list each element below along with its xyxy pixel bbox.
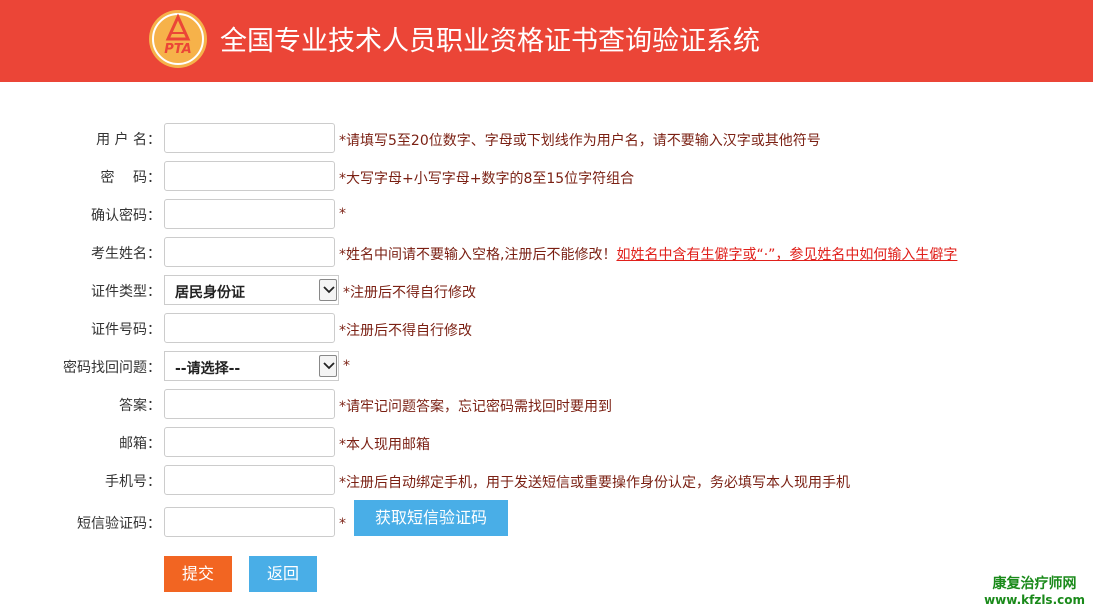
chevron-down-icon[interactable]	[319, 355, 337, 377]
security-question-label: 密码找回问题：	[63, 360, 161, 376]
email-row: 邮箱： *本人现用邮箱	[0, 427, 1093, 457]
id-number-row: 证件号码： *注册后不得自行修改	[0, 313, 1093, 343]
rare-character-help-link[interactable]: 如姓名中含有生僻字或“·”，参见姓名中如何输入生僻字	[616, 247, 957, 263]
id-type-row: 证件类型： 居民身份证 *注册后不得自行修改	[0, 275, 1093, 305]
sms-code-row: 短信验证码： * 获取短信验证码	[0, 500, 1093, 537]
chevron-down-icon[interactable]	[319, 279, 337, 301]
username-label: 用 户 名：	[96, 132, 161, 148]
username-hint: *请填写5至20位数字、字母或下划线作为用户名，请不要输入汉字或其他符号	[339, 133, 821, 149]
id-type-label: 证件类型：	[91, 284, 161, 300]
phone-input[interactable]	[164, 465, 335, 495]
phone-label: 手机号：	[105, 474, 161, 490]
sms-code-label: 短信验证码：	[77, 516, 161, 532]
answer-row: 答案： *请牢记问题答案，忘记密码需找回时要用到	[0, 389, 1093, 419]
site-header: PTA 全国专业技术人员职业资格证书查询验证系统	[0, 0, 1093, 82]
id-type-hint: *注册后不得自行修改	[343, 285, 476, 301]
name-input[interactable]	[164, 237, 335, 267]
get-sms-code-button[interactable]: 获取短信验证码	[354, 500, 508, 536]
id-type-select[interactable]: 居民身份证	[164, 275, 339, 305]
confirm-password-hint: *	[339, 206, 346, 222]
security-question-selected-value: --请选择--	[175, 361, 241, 377]
back-button[interactable]: 返回	[249, 556, 317, 592]
watermark: 康复治疗师网 www.kfzls.com	[984, 576, 1085, 608]
svg-text:PTA: PTA	[164, 42, 191, 57]
confirm-password-label: 确认密码：	[91, 208, 161, 224]
sms-code-hint: *	[339, 516, 346, 532]
password-row: 密 码： *大写字母+小写字母+数字的8至15位字符组合	[0, 161, 1093, 191]
email-input[interactable]	[164, 427, 335, 457]
email-hint: *本人现用邮箱	[339, 437, 430, 453]
password-hint: *大写字母+小写字母+数字的8至15位字符组合	[339, 171, 635, 187]
confirm-password-row: 确认密码： *	[0, 199, 1093, 229]
name-label: 考生姓名：	[91, 246, 161, 262]
name-hint: *姓名中间请不要输入空格,注册后不能修改！如姓名中含有生僻字或“·”，参见姓名中…	[339, 244, 957, 264]
password-input[interactable]	[164, 161, 335, 191]
answer-label: 答案：	[119, 398, 161, 414]
security-question-select[interactable]: --请选择--	[164, 351, 339, 381]
answer-input[interactable]	[164, 389, 335, 419]
submit-button[interactable]: 提交	[164, 556, 232, 592]
confirm-password-input[interactable]	[164, 199, 335, 229]
id-number-input[interactable]	[164, 313, 335, 343]
phone-row: 手机号： *注册后自动绑定手机，用于发送短信或重要操作身份认定，务必填写本人现用…	[0, 465, 1093, 495]
email-label: 邮箱：	[119, 436, 161, 452]
page-title: 全国专业技术人员职业资格证书查询验证系统	[220, 26, 760, 57]
name-row: 考生姓名： *姓名中间请不要输入空格,注册后不能修改！如姓名中含有生僻字或“·”…	[0, 237, 1093, 267]
pta-logo-icon: PTA	[149, 10, 207, 68]
security-question-hint: *	[343, 358, 350, 374]
password-label: 密 码：	[100, 170, 161, 186]
security-question-row: 密码找回问题： --请选择-- *	[0, 351, 1093, 381]
sms-code-input[interactable]	[164, 507, 335, 537]
answer-hint: *请牢记问题答案，忘记密码需找回时要用到	[339, 399, 612, 415]
username-row: 用 户 名： *请填写5至20位数字、字母或下划线作为用户名，请不要输入汉字或其…	[0, 123, 1093, 153]
name-hint-text: *姓名中间请不要输入空格,注册后不能修改！	[339, 247, 617, 263]
watermark-site-name: 康复治疗师网	[992, 576, 1077, 592]
watermark-url: www.kfzls.com	[984, 593, 1085, 607]
phone-hint: *注册后自动绑定手机，用于发送短信或重要操作身份认定，务必填写本人现用手机	[339, 475, 850, 491]
id-number-label: 证件号码：	[91, 322, 161, 338]
id-type-selected-value: 居民身份证	[175, 285, 245, 301]
username-input[interactable]	[164, 123, 335, 153]
id-number-hint: *注册后不得自行修改	[339, 323, 472, 339]
